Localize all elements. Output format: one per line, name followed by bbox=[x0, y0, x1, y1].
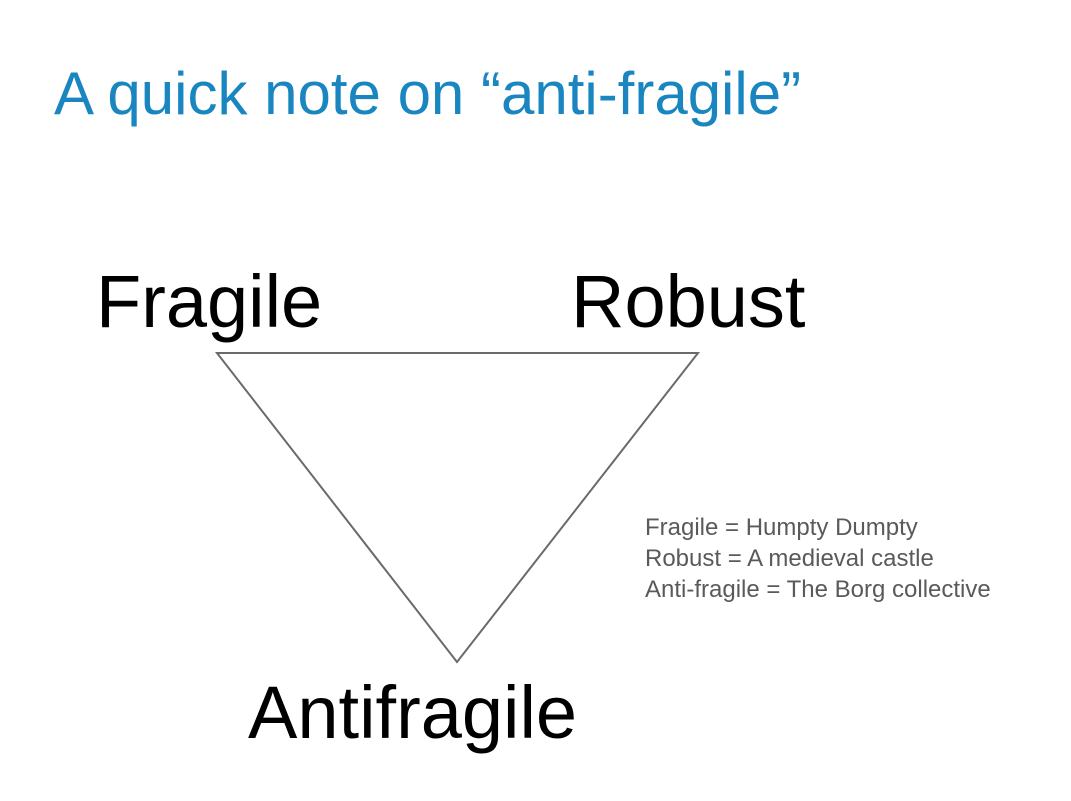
label-robust: Robust bbox=[571, 260, 806, 343]
notes-list: Fragile = Humpty Dumpty Robust = A medie… bbox=[645, 512, 991, 605]
label-fragile: Fragile bbox=[96, 260, 323, 343]
label-antifragile: Antifragile bbox=[248, 671, 578, 754]
triangle-shape bbox=[214, 352, 701, 664]
note-fragile: Fragile = Humpty Dumpty bbox=[645, 514, 918, 541]
note-robust: Robust = A medieval castle bbox=[645, 545, 934, 572]
note-antifragile: Anti-fragile = The Borg collective bbox=[645, 576, 991, 603]
slide: A quick note on “anti-fragile” Fragile R… bbox=[0, 0, 1071, 801]
